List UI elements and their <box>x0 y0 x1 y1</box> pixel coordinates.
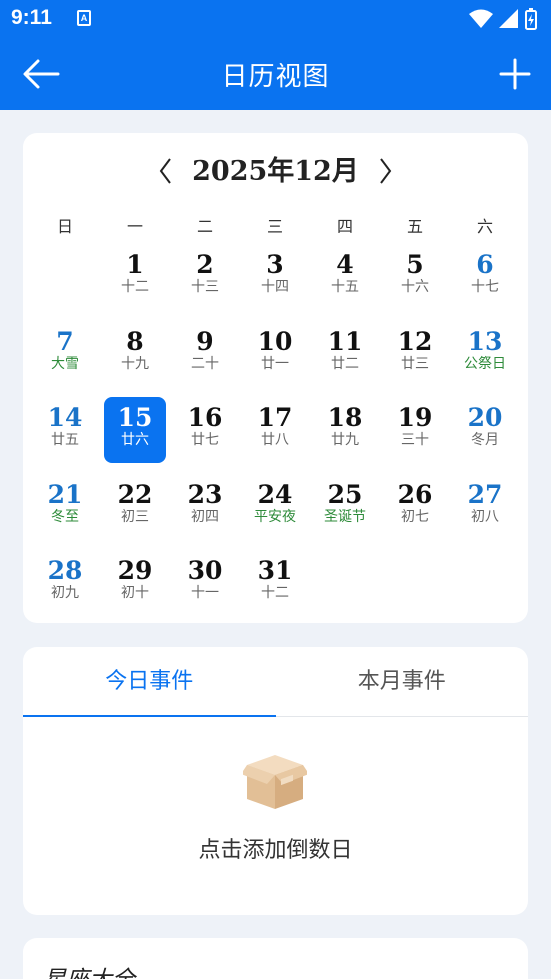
status-icons <box>469 8 537 30</box>
events-card: 今日事件 本月事件 点击添加倒数日 <box>23 647 528 915</box>
calendar-day[interactable]: 14 廿五 <box>30 398 100 475</box>
weekday-mon: 一 <box>126 217 143 236</box>
tab-today-events[interactable]: 今日事件 <box>23 647 276 717</box>
weekday-wed: 三 <box>266 217 283 236</box>
calendar-day[interactable]: 21 冬至 <box>30 475 100 552</box>
calendar-day[interactable]: 20 冬月 <box>450 398 520 475</box>
status-time: 9:11 <box>11 6 52 29</box>
weekday-thu: 四 <box>336 217 353 236</box>
weekday-fri: 五 <box>406 217 423 236</box>
calendar-day[interactable]: 10 廿一 <box>240 322 310 399</box>
calendar-day[interactable]: 4 十五 <box>310 245 380 322</box>
add-countdown-link[interactable]: 点击添加倒数日 <box>23 832 528 864</box>
chevron-left-icon <box>159 158 171 184</box>
calendar-day[interactable]: 17 廿八 <box>240 398 310 475</box>
wifi-icon <box>469 9 493 28</box>
calendar-day[interactable]: 23 初四 <box>170 475 240 552</box>
calendar-day[interactable]: 7 大雪 <box>30 322 100 399</box>
calendar-day[interactable]: 8 十九 <box>100 322 170 399</box>
weekday-tue: 二 <box>196 217 213 236</box>
box-icon <box>243 755 307 809</box>
add-button[interactable] <box>497 54 533 94</box>
calendar-day[interactable]: 26 初七 <box>380 475 450 552</box>
calendar-day-empty <box>30 245 100 322</box>
app-bar: 日历视图 <box>0 38 551 110</box>
event-tabs: 今日事件 本月事件 <box>23 647 528 717</box>
calendar-day[interactable]: 5 十六 <box>380 245 450 322</box>
calendar-day[interactable]: 29 初十 <box>100 551 170 628</box>
calendar-day[interactable]: 18 廿九 <box>310 398 380 475</box>
calendar-day[interactable]: 19 三十 <box>380 398 450 475</box>
month-header: 2025年12月 <box>23 153 528 193</box>
calendar-day[interactable]: 3 十四 <box>240 245 310 322</box>
calendar-card: 2025年12月 日 一 二 三 四 五 六 1 十二 2 十三 3 十四 4 十五 5… <box>23 133 528 623</box>
battery-icon <box>525 8 537 30</box>
calendar-day[interactable]: 30 十一 <box>170 551 240 628</box>
calendar-day[interactable]: 6 十七 <box>450 245 520 322</box>
calendar-day[interactable]: 28 初九 <box>30 551 100 628</box>
calendar-day[interactable]: 2 十三 <box>170 245 240 322</box>
notification-icon: A <box>77 10 91 26</box>
calendar-day[interactable]: 11 廿二 <box>310 322 380 399</box>
calendar-day[interactable]: 1 十二 <box>100 245 170 322</box>
weekday-sat: 六 <box>476 217 493 236</box>
weekday-sun: 日 <box>56 217 73 236</box>
calendar-day[interactable]: 16 廿七 <box>170 398 240 475</box>
calendar-day[interactable]: 22 初三 <box>100 475 170 552</box>
calendar-day[interactable]: 9 二十 <box>170 322 240 399</box>
calendar-day-selected[interactable]: 15 廿六 <box>100 397 170 475</box>
calendar-day[interactable]: 24 平安夜 <box>240 475 310 552</box>
calendar-day[interactable]: 12 廿三 <box>380 322 450 399</box>
next-month-button[interactable] <box>370 153 400 189</box>
status-bar: 9:11 A <box>0 0 551 38</box>
calendar-grid: 1 十二 2 十三 3 十四 4 十五 5 十六 6 十七 7 大雪 8 十九 9 二十 10 廿一… <box>30 245 520 628</box>
tab-month-events[interactable]: 本月事件 <box>276 647 529 716</box>
constellation-title: 星座大全 <box>43 960 135 979</box>
chevron-right-icon <box>380 158 392 184</box>
calendar-day[interactable]: 13 公祭日 <box>450 322 520 399</box>
calendar-day[interactable]: 27 初八 <box>450 475 520 552</box>
page-title: 日历视图 <box>221 62 330 92</box>
weekday-header: 日 一 二 三 四 五 六 <box>30 213 520 236</box>
constellation-card[interactable]: 星座大全 <box>23 938 528 979</box>
prev-month-button[interactable] <box>151 153 181 189</box>
plus-icon <box>499 58 531 90</box>
calendar-day[interactable]: 25 圣诞节 <box>310 475 380 552</box>
calendar-day[interactable]: 31 十二 <box>240 551 310 628</box>
signal-icon <box>499 9 518 28</box>
month-title: 2025年12月 <box>192 156 359 187</box>
